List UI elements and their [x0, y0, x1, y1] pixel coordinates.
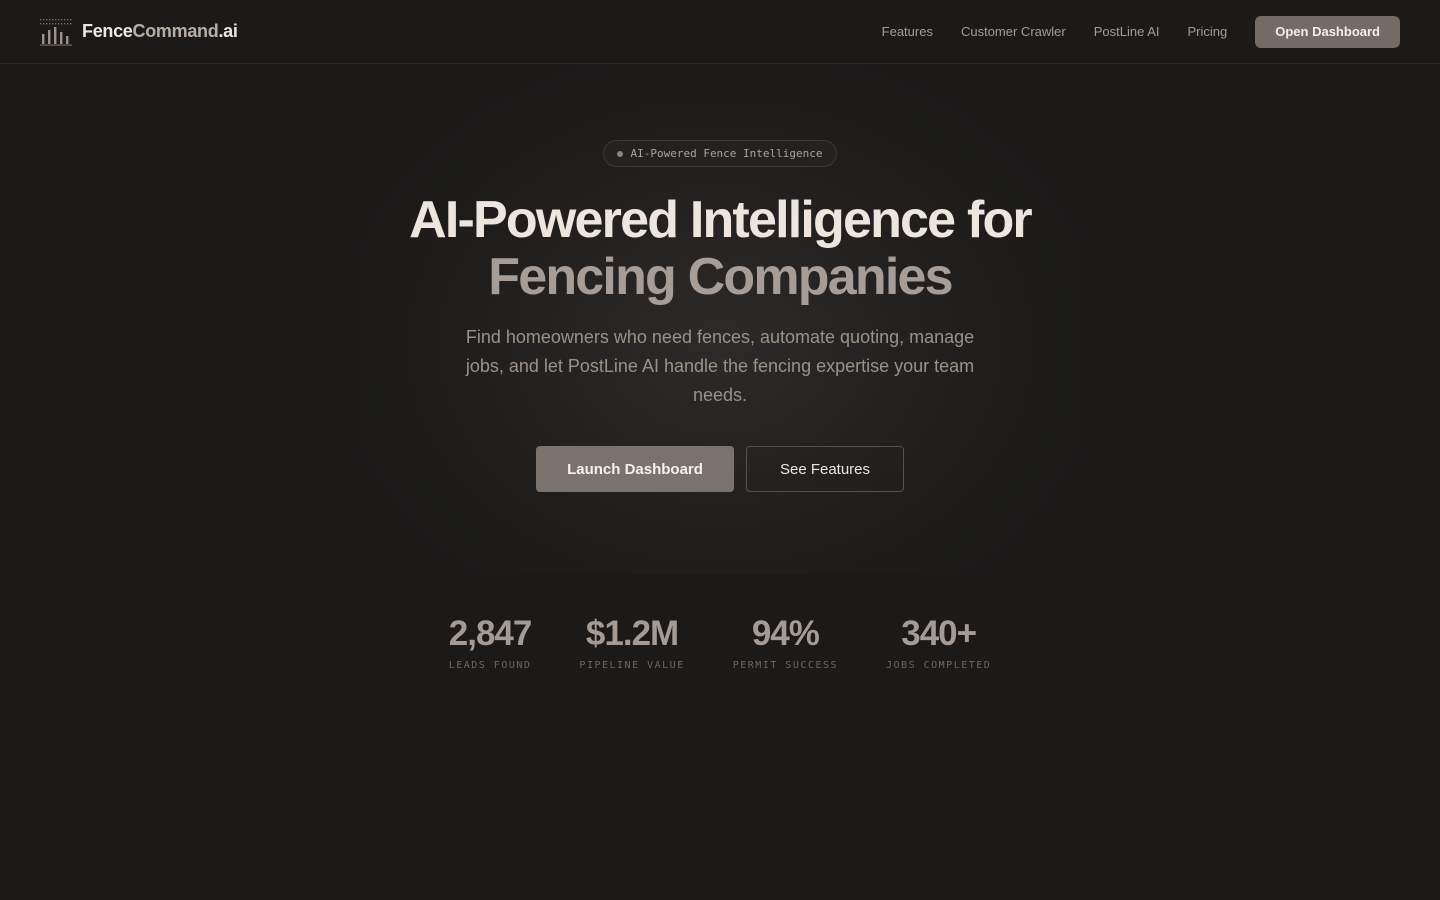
hero-title-line2: Fencing Companies: [488, 248, 953, 306]
badge-dot-icon: [617, 150, 624, 157]
nav-link-postline-ai[interactable]: PostLine AI: [1094, 24, 1160, 39]
stat-value: 340+: [901, 614, 977, 653]
nav-link-customer-crawler[interactable]: Customer Crawler: [961, 24, 1066, 39]
brand-name: Fence Command .ai: [82, 21, 238, 42]
hero-title: AI-Powered Intelligence for Fencing Comp…: [0, 192, 1440, 306]
stat-pipeline-value: $1.2M PIPELINE VALUE: [579, 612, 684, 671]
landing-page: Fence Command .ai Features Customer Crawle…: [0, 0, 1440, 900]
open-dashboard-button[interactable]: Open Dashboard: [1255, 15, 1400, 48]
brand[interactable]: Fence Command .ai: [40, 18, 238, 46]
stat-value: $1.2M: [585, 614, 679, 653]
stat-value: 2,847: [448, 614, 533, 653]
stats-row: 2,847 LEADS FOUND $1.2M PIPELINE VALUE 9…: [0, 612, 1440, 671]
top-nav: Fence Command .ai Features Customer Crawle…: [0, 0, 1440, 64]
stat-label: PIPELINE VALUE: [579, 660, 685, 671]
hero-cta-row: Launch Dashboard See Features: [536, 446, 904, 492]
stat-label: JOBS COMPLETED: [886, 660, 992, 671]
hero-title-line1: AI-Powered Intelligence for: [409, 191, 1033, 249]
brand-name-tld: .ai: [218, 21, 238, 41]
stat-label: LEADS FOUND: [448, 660, 532, 671]
see-features-button[interactable]: See Features: [746, 446, 904, 492]
badge-text: AI-Powered Fence Intelligence: [630, 147, 823, 160]
hero-badge: AI-Powered Fence Intelligence: [603, 140, 837, 167]
nav-links: Features Customer Crawler PostLine AI Pr…: [854, 15, 1400, 48]
hero-subtitle: Find homeowners who need fences, automat…: [465, 327, 975, 405]
launch-dashboard-button[interactable]: Launch Dashboard: [536, 446, 734, 492]
stat-label: PERMIT SUCCESS: [732, 660, 839, 671]
stat-value: 94%: [751, 614, 820, 653]
brand-name-command: Command: [132, 21, 219, 41]
bar-chart-icon: [40, 18, 72, 46]
stat-jobs-completed: 340+ JOBS COMPLETED: [886, 612, 991, 671]
stat-permit-success: 94% PERMIT SUCCESS: [733, 612, 838, 671]
stat-leads-found: 2,847 LEADS FOUND: [448, 612, 533, 671]
nav-link-pricing[interactable]: Pricing: [1188, 24, 1228, 39]
brand-name-fence: Fence: [82, 21, 133, 41]
nav-link-features[interactable]: Features: [882, 24, 933, 39]
